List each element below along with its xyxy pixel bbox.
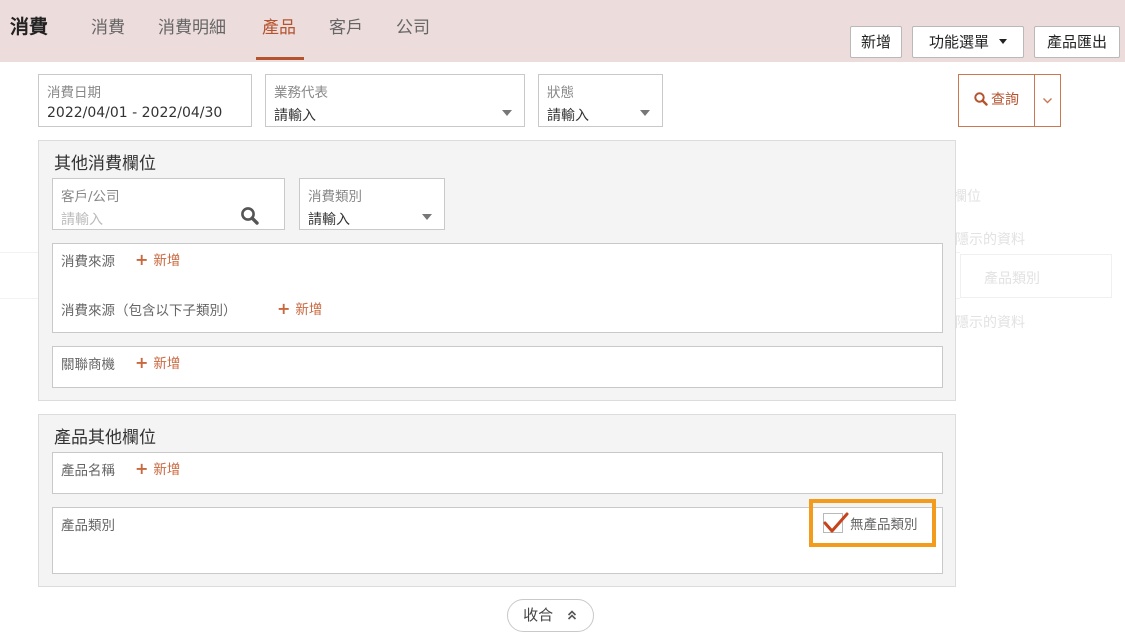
customer-company-input[interactable]: 請輸入 [61,209,103,229]
add-label: 新增 [153,253,181,269]
consumption-source-box: 消費來源 + 新增 消費來源（包含以下子類別） + 新增 [52,243,943,333]
add-consumption-source-link[interactable]: + 新增 [135,249,180,269]
product-name-label: 產品名稱 [61,463,115,479]
query-button[interactable]: 查詢 [959,75,1035,126]
sales-rep-select[interactable]: 業務代表 請輸入 [265,74,525,127]
ghost-hidden-data-2: 隱示的資料 [955,315,1025,331]
consumption-source-sub-label: 消費來源（包含以下子類別） [61,303,237,319]
status-select[interactable]: 狀態 請輸入 [538,74,663,127]
sales-rep-label: 業務代表 [274,85,328,101]
no-product-category-label[interactable]: 無產品類別 [850,513,918,533]
related-opportunity-box: 關聯商機 + 新增 [52,346,943,388]
collapse-label: 收合 [523,606,554,624]
date-range-value[interactable]: 2022/04/01 - 2022/04/30 [47,105,222,121]
top-navbar: 消費 消費 消費明細 產品 客戶 公司 新增 功能選單 產品匯出 [0,0,1125,62]
ghost-category-header-cell: 產品類別 [960,254,1112,298]
add-button[interactable]: 新增 [850,26,902,58]
add-label: 新增 [153,356,181,372]
plus-icon: + [135,459,149,478]
related-opportunity-label: 關聯商機 [61,357,115,373]
function-menu-button[interactable]: 功能選單 [912,26,1024,58]
product-name-box: 產品名稱 + 新增 [52,452,943,494]
tab-customer[interactable]: 客戶 [329,13,363,38]
product-export-button[interactable]: 產品匯出 [1034,26,1120,58]
active-tab-indicator [256,57,304,60]
search-icon[interactable] [240,206,260,226]
query-options-button[interactable] [1035,75,1060,126]
collapse-button[interactable]: 收合 [507,599,594,632]
consumption-category-select[interactable]: 消費類別 請輸入 [299,178,445,230]
query-label: 查詢 [991,92,1019,108]
search-icon [974,92,988,106]
function-menu-label: 功能選單 [928,33,989,51]
app-title: 消費 [10,16,49,38]
customer-company-label: 客戶/公司 [61,189,120,205]
customer-company-field[interactable]: 客戶/公司 請輸入 [52,178,285,230]
add-label: 新增 [153,462,181,478]
tab-company[interactable]: 公司 [396,13,430,38]
tab-consumption[interactable]: 消費 [91,13,125,38]
double-chevron-up-icon [567,610,576,620]
caret-down-icon [640,110,650,116]
plus-icon: + [277,299,291,318]
panel-title-other-fields: 其他消費欄位 [54,154,156,174]
tab-product[interactable]: 產品 [262,13,296,38]
panel-title-product-fields: 產品其他欄位 [54,428,156,448]
date-range-label: 消費日期 [47,85,101,101]
plus-icon: + [135,353,149,372]
chevron-down-icon [1043,98,1052,104]
caret-down-icon [422,214,432,220]
caret-down-icon [502,110,512,116]
plus-icon: + [135,250,149,269]
consumption-category-value: 請輸入 [308,212,350,228]
ghost-category-header: 產品類別 [984,271,1040,287]
status-value: 請輸入 [547,108,589,124]
add-product-name-link[interactable]: + 新增 [135,458,180,478]
sales-rep-value: 請輸入 [274,108,316,124]
query-button-group: 查詢 [958,74,1061,127]
status-label: 狀態 [547,85,574,101]
check-icon [823,512,849,533]
consumption-category-label: 消費類別 [308,189,362,205]
tab-consumption-detail[interactable]: 消費明細 [158,13,226,38]
ghost-hidden-data-1: 隱示的資料 [955,232,1025,248]
add-consumption-source-sub-link[interactable]: + 新增 [277,298,322,318]
add-related-opportunity-link[interactable]: + 新增 [135,352,180,372]
other-consumption-fields-panel: 其他消費欄位 客戶/公司 請輸入 消費類別 請輸入 消費來源 + 新增 消費來源（… [38,140,956,401]
caret-down-icon [999,39,1007,44]
product-category-label: 產品類別 [61,518,115,534]
consumption-source-label: 消費來源 [61,254,115,270]
date-range-field[interactable]: 消費日期 2022/04/01 - 2022/04/30 [38,74,252,127]
add-label: 新增 [295,302,323,318]
ghost-column-setting: 欄位 [953,189,981,205]
